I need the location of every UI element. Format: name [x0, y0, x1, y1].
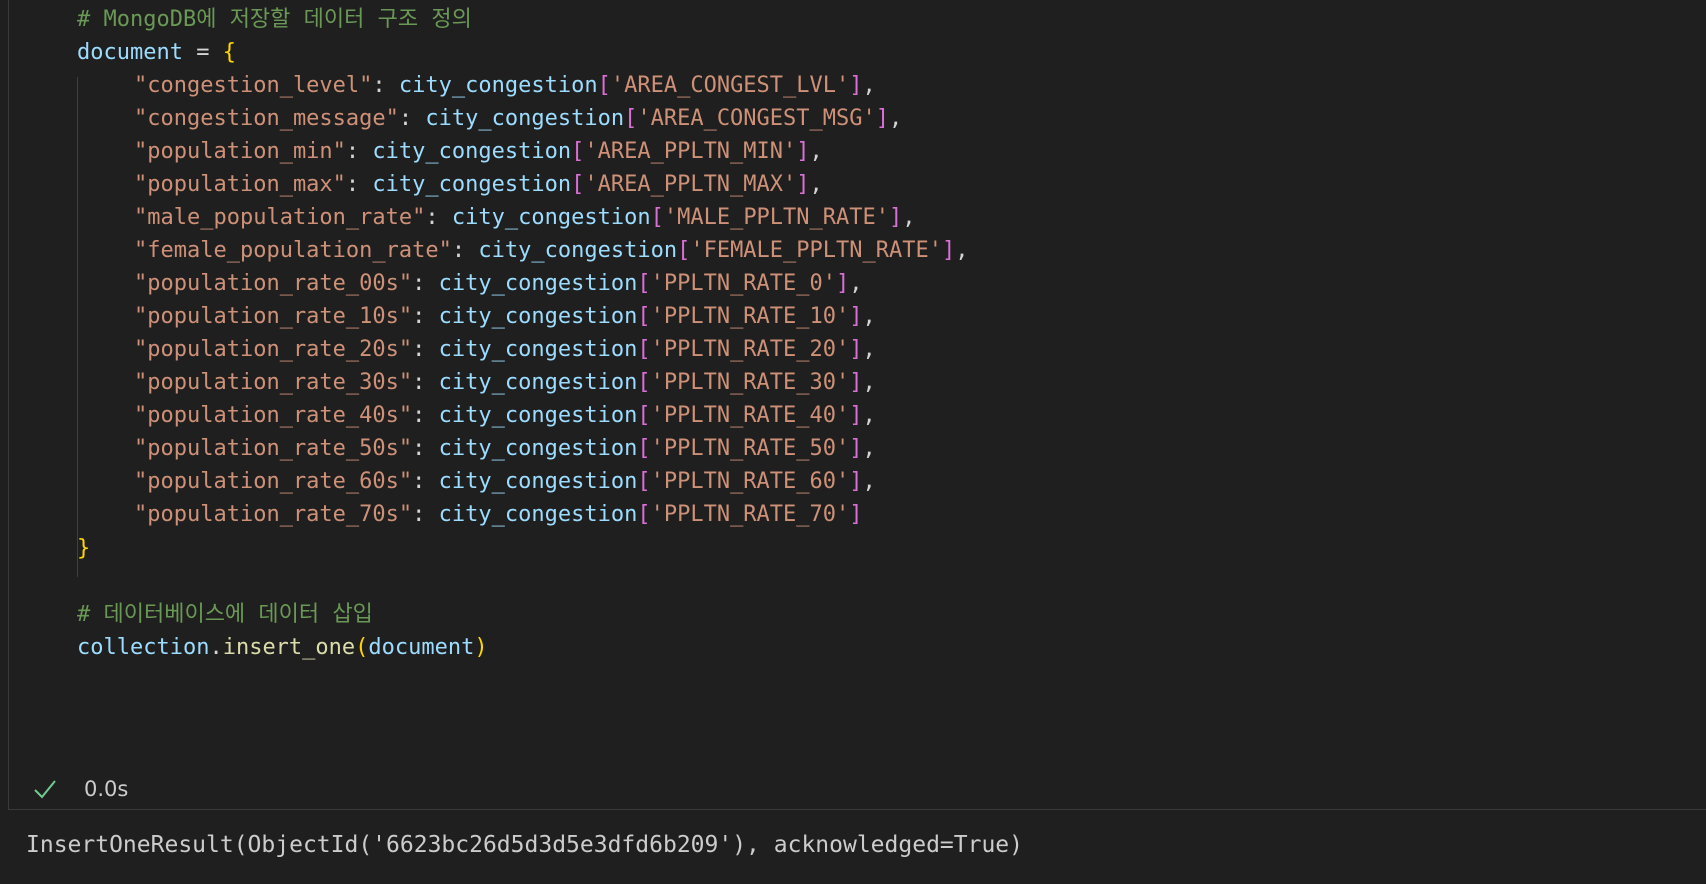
dict-field: 'AREA_CONGEST_LVL'	[610, 73, 850, 98]
dict-field: 'PPLTN_RATE_0'	[650, 271, 837, 296]
execution-duration: 0.0s	[84, 777, 129, 801]
dict-field: 'AREA_PPLTN_MIN'	[584, 139, 797, 164]
dict-key: "population_rate_20s"	[134, 337, 413, 362]
dict-field: 'PPLTN_RATE_60'	[650, 469, 850, 494]
city-congestion-ref: city_congestion	[438, 271, 638, 296]
city-congestion-ref: city_congestion	[438, 304, 638, 329]
dict-key: "congestion_message"	[134, 106, 399, 131]
dict-field: 'FEMALE_PPLTN_RATE'	[690, 238, 942, 263]
dict-entry-line: "population_rate_40s": city_congestion['…	[134, 403, 876, 428]
dict-entry-line: "population_rate_30s": city_congestion['…	[134, 370, 876, 395]
dict-key: "population_rate_60s"	[134, 469, 413, 494]
dict-entry-line: "population_rate_10s": city_congestion['…	[134, 304, 876, 329]
indent-guide	[77, 77, 78, 577]
insert-one-method: insert_one	[222, 635, 356, 660]
dict-field: 'PPLTN_RATE_20'	[650, 337, 850, 362]
dict-entry-line: "population_rate_70s": city_congestion['…	[134, 502, 863, 527]
execution-status: 0.0s	[32, 772, 128, 806]
dict-key: "population_rate_50s"	[134, 436, 413, 461]
city-congestion-ref: city_congestion	[478, 238, 678, 263]
dict-entry-line: "population_min": city_congestion['AREA_…	[134, 139, 823, 164]
dict-field: 'PPLTN_RATE_50'	[650, 436, 850, 461]
city-congestion-ref: city_congestion	[372, 172, 572, 197]
code-comment-line-2: # 데이터베이스에 데이터 삽입	[77, 602, 373, 627]
city-congestion-ref: city_congestion	[438, 469, 638, 494]
dict-key: "population_max"	[134, 172, 346, 197]
dict-key: "male_population_rate"	[134, 205, 426, 230]
assign-operator: =	[182, 40, 223, 65]
dict-entry-line: "population_rate_60s": city_congestion['…	[134, 469, 876, 494]
dict-entry-line: "population_max": city_congestion['AREA_…	[134, 172, 823, 197]
call-argument: document	[368, 635, 475, 660]
code-line-document-open: document = {	[77, 35, 236, 71]
city-congestion-ref: city_congestion	[425, 106, 625, 131]
document-variable: document	[77, 40, 183, 65]
open-brace: {	[222, 40, 236, 65]
city-congestion-ref: city_congestion	[398, 73, 598, 98]
dict-entry-line: "congestion_message": city_congestion['A…	[134, 106, 903, 131]
collection-variable: collection	[77, 635, 210, 660]
dict-key: "population_rate_10s"	[134, 304, 413, 329]
dict-key: "female_population_rate"	[134, 238, 452, 263]
dict-key: "congestion_level"	[134, 73, 373, 98]
dict-key: "population_min"	[134, 139, 346, 164]
dict-entry-line: "congestion_level": city_congestion['ARE…	[134, 73, 876, 98]
city-congestion-ref: city_congestion	[438, 370, 638, 395]
city-congestion-ref: city_congestion	[438, 502, 638, 527]
notebook-cell[interactable]: # MongoDB에 저장할 데이터 구조 정의 document = { "c…	[8, 0, 1706, 810]
dict-entry-line: "population_rate_00s": city_congestion['…	[134, 271, 863, 296]
dict-key: "population_rate_00s"	[134, 271, 413, 296]
dict-field: 'AREA_CONGEST_MSG'	[637, 106, 876, 131]
dict-field: 'PPLTN_RATE_30'	[650, 370, 850, 395]
code-line-insert: collection.insert_one(document)	[77, 635, 488, 660]
dict-field: 'PPLTN_RATE_40'	[650, 403, 850, 428]
city-congestion-ref: city_congestion	[372, 139, 572, 164]
city-congestion-ref: city_congestion	[438, 436, 638, 461]
close-brace: }	[77, 536, 91, 561]
check-icon	[34, 780, 56, 799]
dict-key: "population_rate_70s"	[134, 502, 413, 527]
city-congestion-ref: city_congestion	[438, 337, 638, 362]
dict-field: 'MALE_PPLTN_RATE'	[663, 205, 890, 230]
dict-entry-line: "male_population_rate": city_congestion[…	[134, 205, 916, 230]
dict-entry-line: "population_rate_20s": city_congestion['…	[134, 337, 876, 362]
dict-entry-line: "population_rate_50s": city_congestion['…	[134, 436, 876, 461]
city-congestion-ref: city_congestion	[451, 205, 651, 230]
dict-entry-line: "female_population_rate": city_congestio…	[134, 238, 969, 263]
dict-key: "population_rate_30s"	[134, 370, 413, 395]
city-congestion-ref: city_congestion	[438, 403, 638, 428]
dict-field: 'PPLTN_RATE_70'	[650, 502, 850, 527]
dict-field: 'AREA_PPLTN_MAX'	[584, 172, 797, 197]
dict-field: 'PPLTN_RATE_10'	[650, 304, 850, 329]
dict-key: "population_rate_40s"	[134, 403, 413, 428]
code-comment-line: # MongoDB에 저장할 데이터 구조 정의	[77, 7, 472, 32]
cell-output: InsertOneResult(ObjectId('6623bc26d5d3d5…	[26, 832, 1023, 858]
